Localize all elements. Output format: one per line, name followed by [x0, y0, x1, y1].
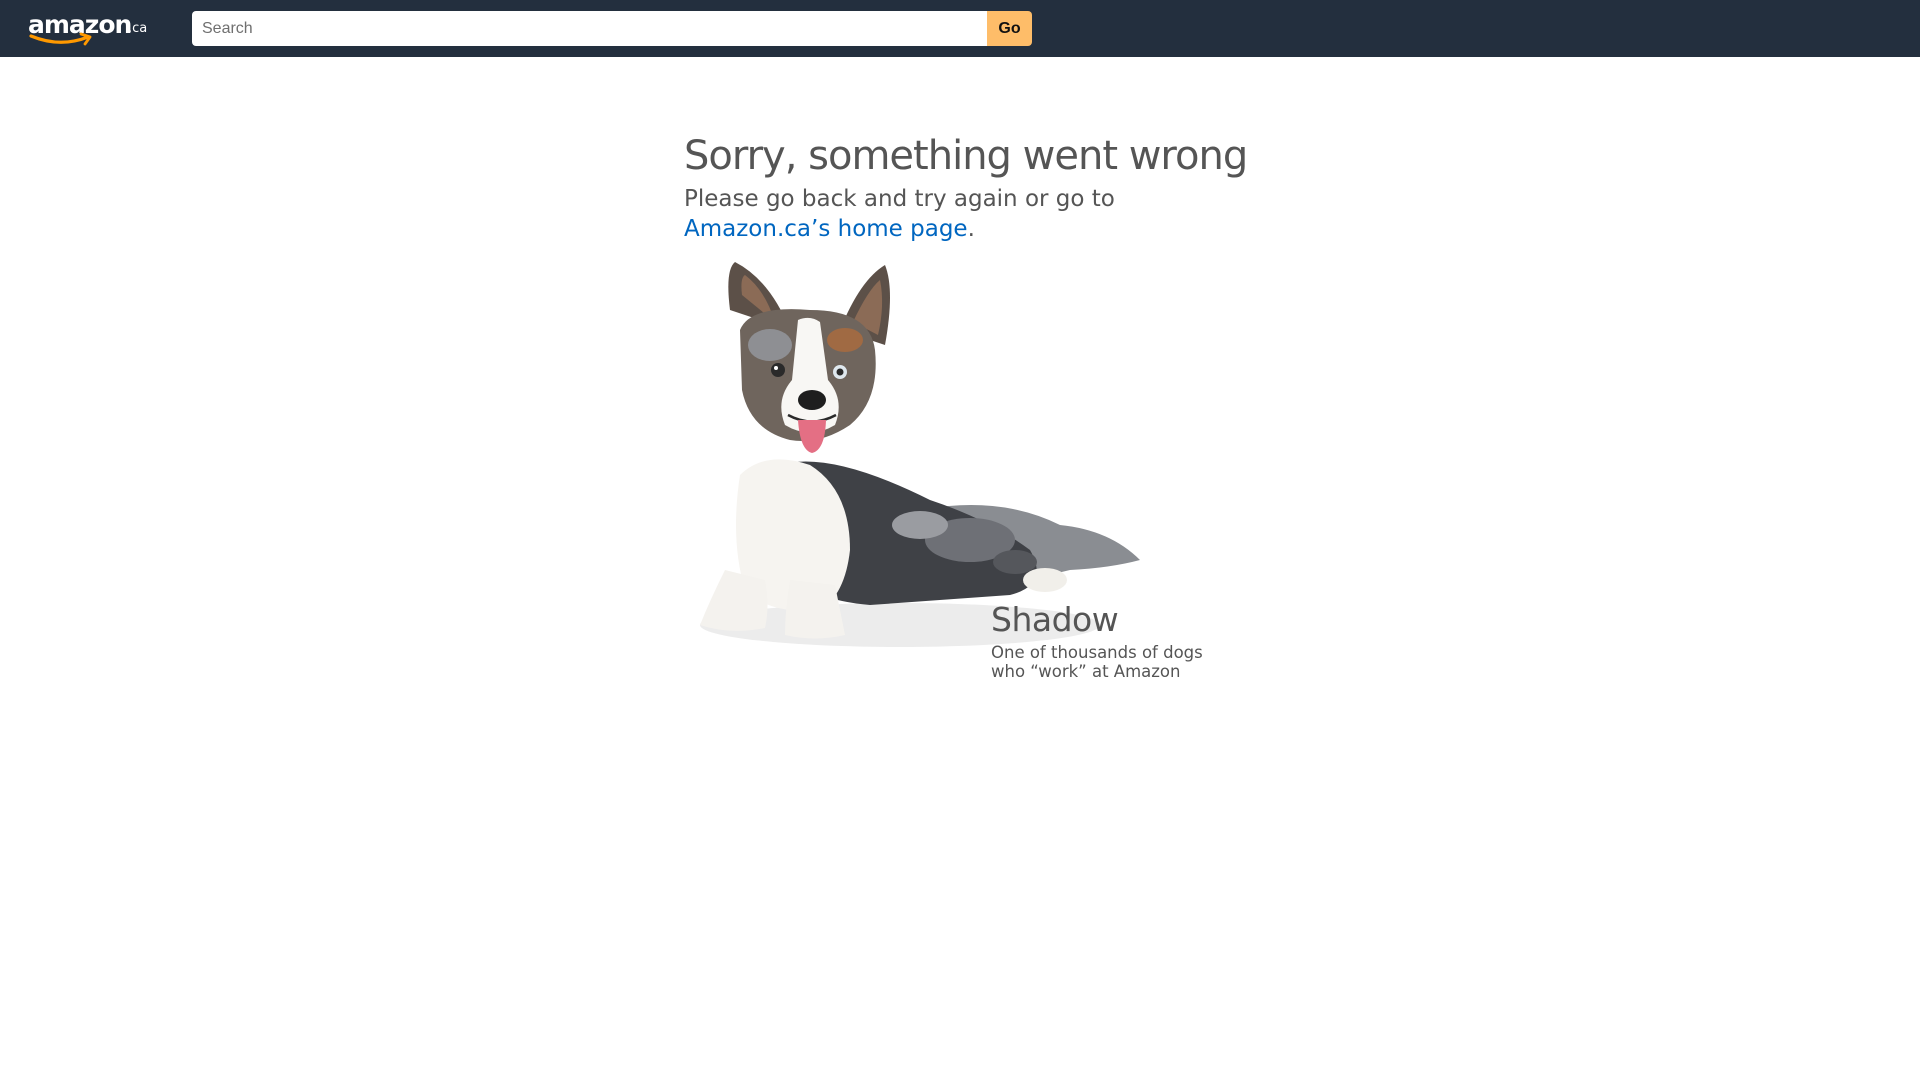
- search-input[interactable]: [192, 11, 987, 46]
- logo-smile-icon: [29, 32, 92, 46]
- error-subtitle-text: Please go back and try again or go to: [684, 186, 1115, 212]
- error-subtitle: Please go back and try again or go to Ama…: [684, 184, 1264, 244]
- dog-figure: Shadow One of thousands of dogs who “wor…: [670, 250, 1260, 740]
- go-button[interactable]: Go: [987, 11, 1032, 46]
- dog-name: Shadow: [991, 600, 1119, 639]
- dog-caption: One of thousands of dogs who “work” at A…: [991, 643, 1231, 681]
- home-page-link[interactable]: Amazon.ca’s home page: [684, 216, 968, 242]
- error-message: Sorry, something went wrong Please go ba…: [684, 128, 1264, 244]
- amazon-logo[interactable]: amazon .ca: [28, 8, 148, 48]
- logo-tld: .ca: [128, 21, 148, 36]
- dog-caption-line1: One of thousands of dogs: [991, 643, 1203, 662]
- dog-caption-line2: who “work” at Amazon: [991, 662, 1181, 681]
- error-title: Sorry, something went wrong: [684, 133, 1248, 179]
- top-navigation-bar: amazon .ca Go: [0, 0, 1920, 57]
- error-period: .: [967, 216, 975, 242]
